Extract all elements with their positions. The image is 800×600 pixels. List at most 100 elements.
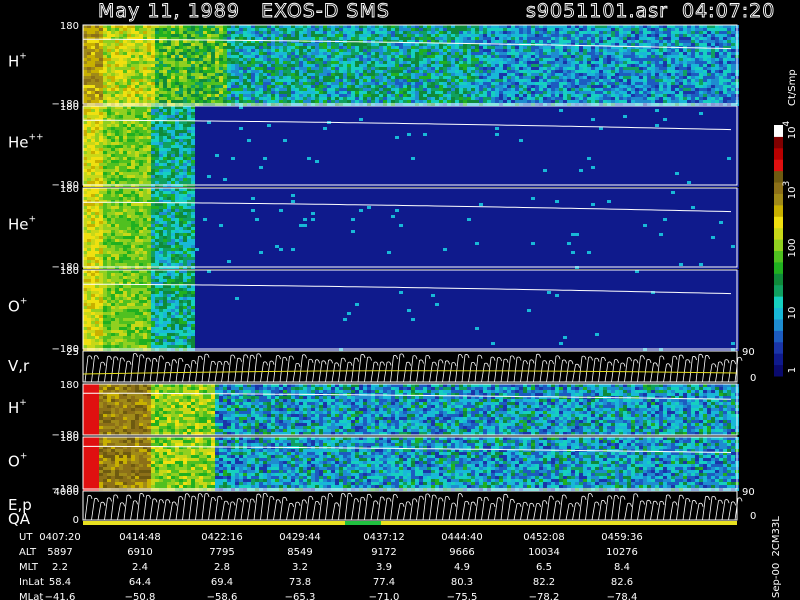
- spectrogram-cell: [119, 163, 123, 166]
- spectrogram-cell: [283, 37, 287, 40]
- spectrogram-cell: [279, 58, 283, 61]
- spectrogram-cell: [695, 94, 699, 97]
- spectrogram-cell: [251, 61, 255, 64]
- spectrogram-cell: [235, 55, 239, 58]
- spectrogram-cell: [131, 136, 135, 139]
- spectrogram-cell: [451, 40, 455, 43]
- spectrogram-cell: [415, 46, 419, 49]
- spectrogram-cell: [343, 55, 347, 58]
- spectrogram-cell: [375, 67, 379, 70]
- spectrogram-cell: [143, 163, 147, 166]
- spectrogram-cell: [267, 46, 271, 49]
- spectrogram-cell: [603, 37, 607, 40]
- spectrogram-cell: [95, 133, 99, 136]
- spectrogram-cell: [527, 82, 531, 85]
- spectrogram-cell: [515, 67, 519, 70]
- spectrogram-cell: [535, 37, 539, 40]
- spectrogram-cell: [319, 34, 323, 37]
- spectrogram-cell: [291, 49, 295, 52]
- spectrogram-cell: [367, 73, 371, 76]
- spectrogram-cell: [727, 76, 731, 79]
- spectrogram-cell: [259, 64, 263, 67]
- spectrogram-cell: [331, 79, 335, 82]
- spectrogram-cell: [299, 82, 303, 85]
- spectrogram-cell: [99, 109, 103, 112]
- spectrogram-cell: [87, 34, 91, 37]
- spectrogram-cell: [239, 52, 243, 55]
- spectrogram-cell: [579, 31, 583, 34]
- spectrogram-cell: [487, 34, 491, 37]
- spectrogram-cell: [691, 73, 695, 76]
- spectrogram-cell: [255, 88, 259, 91]
- spectrogram-cell: [431, 31, 435, 34]
- spectrogram-cell: [207, 28, 211, 31]
- spectrogram-cell: [179, 88, 183, 91]
- spectrogram-cell: [359, 52, 363, 55]
- spectrogram-cell: [711, 34, 715, 37]
- spectrogram-cell: [127, 97, 131, 100]
- spectrogram-cell: [115, 157, 119, 160]
- spectrogram-cell: [103, 31, 107, 34]
- spectrogram-cell: [259, 67, 263, 70]
- spectrogram-cell: [723, 97, 727, 100]
- spectrogram-cell: [135, 100, 139, 103]
- spectrogram-cell: [339, 37, 343, 40]
- spectrogram-cell: [95, 139, 99, 142]
- spectrogram-cell: [419, 82, 423, 85]
- spectrogram-cell: [687, 67, 691, 70]
- spectrogram-cell: [343, 73, 347, 76]
- spectrogram-cell: [551, 28, 555, 31]
- spectrogram-cell: [155, 34, 159, 37]
- spectrogram-cell: [295, 82, 299, 85]
- spectrogram-cell: [251, 91, 255, 94]
- spectrogram-cell: [535, 85, 539, 88]
- spectrogram-cell: [159, 148, 163, 151]
- spectrogram-cell: [139, 82, 143, 85]
- spectrogram-cell: [723, 37, 727, 40]
- spectrogram-cell: [411, 37, 415, 40]
- spectrogram-cell: [687, 31, 691, 34]
- spectrogram-cell: [83, 64, 87, 67]
- spectrogram-cell: [443, 100, 447, 103]
- spectrogram-cell: [439, 67, 443, 70]
- spectrogram-cell: [635, 85, 639, 88]
- spectrogram-cell: [339, 97, 343, 100]
- spectrogram-cell: [199, 34, 203, 37]
- spectrogram-cell: [155, 73, 159, 76]
- spectrogram-cell: [435, 58, 439, 61]
- spectrogram-cell: [675, 52, 679, 55]
- spectrogram-cell: [675, 88, 679, 91]
- spectrogram-cell: [183, 52, 187, 55]
- spectrogram-cell: [95, 109, 99, 112]
- spectrogram-cell: [511, 94, 515, 97]
- spectrogram-cell: [515, 91, 519, 94]
- spectrogram-cell: [475, 73, 479, 76]
- spectrogram-cell: [115, 73, 119, 76]
- spectrogram-cell: [203, 28, 207, 31]
- spectrogram-cell: [695, 97, 699, 100]
- spectrogram-cell: [439, 85, 443, 88]
- spectrogram-cell: [131, 40, 135, 43]
- spectrogram-cell: [699, 52, 703, 55]
- spectrogram-cell: [719, 79, 723, 82]
- spectrogram-cell: [91, 166, 95, 169]
- spectrogram-cell: [447, 58, 451, 61]
- spectrogram-cell: [111, 112, 115, 115]
- spectrogram-cell: [423, 28, 427, 31]
- spectrogram-cell: [727, 49, 731, 52]
- spectrogram-cell: [99, 73, 103, 76]
- spectrogram-cell: [303, 46, 307, 49]
- spectrogram-cell: [191, 28, 195, 31]
- spectrogram-cell: [719, 49, 723, 52]
- spectrogram-cell: [575, 82, 579, 85]
- spectrogram-cell: [163, 61, 167, 64]
- spectrogram-cell: [107, 49, 111, 52]
- spectrogram-cell: [383, 34, 387, 37]
- spectrogram-cell: [159, 97, 163, 100]
- spectrogram-cell: [467, 73, 471, 76]
- spectrogram-cell: [143, 124, 147, 127]
- spectrogram-cell: [579, 49, 583, 52]
- spectrogram-cell: [595, 73, 599, 76]
- spectrogram-cell: [363, 100, 367, 103]
- spectrogram-cell: [175, 34, 179, 37]
